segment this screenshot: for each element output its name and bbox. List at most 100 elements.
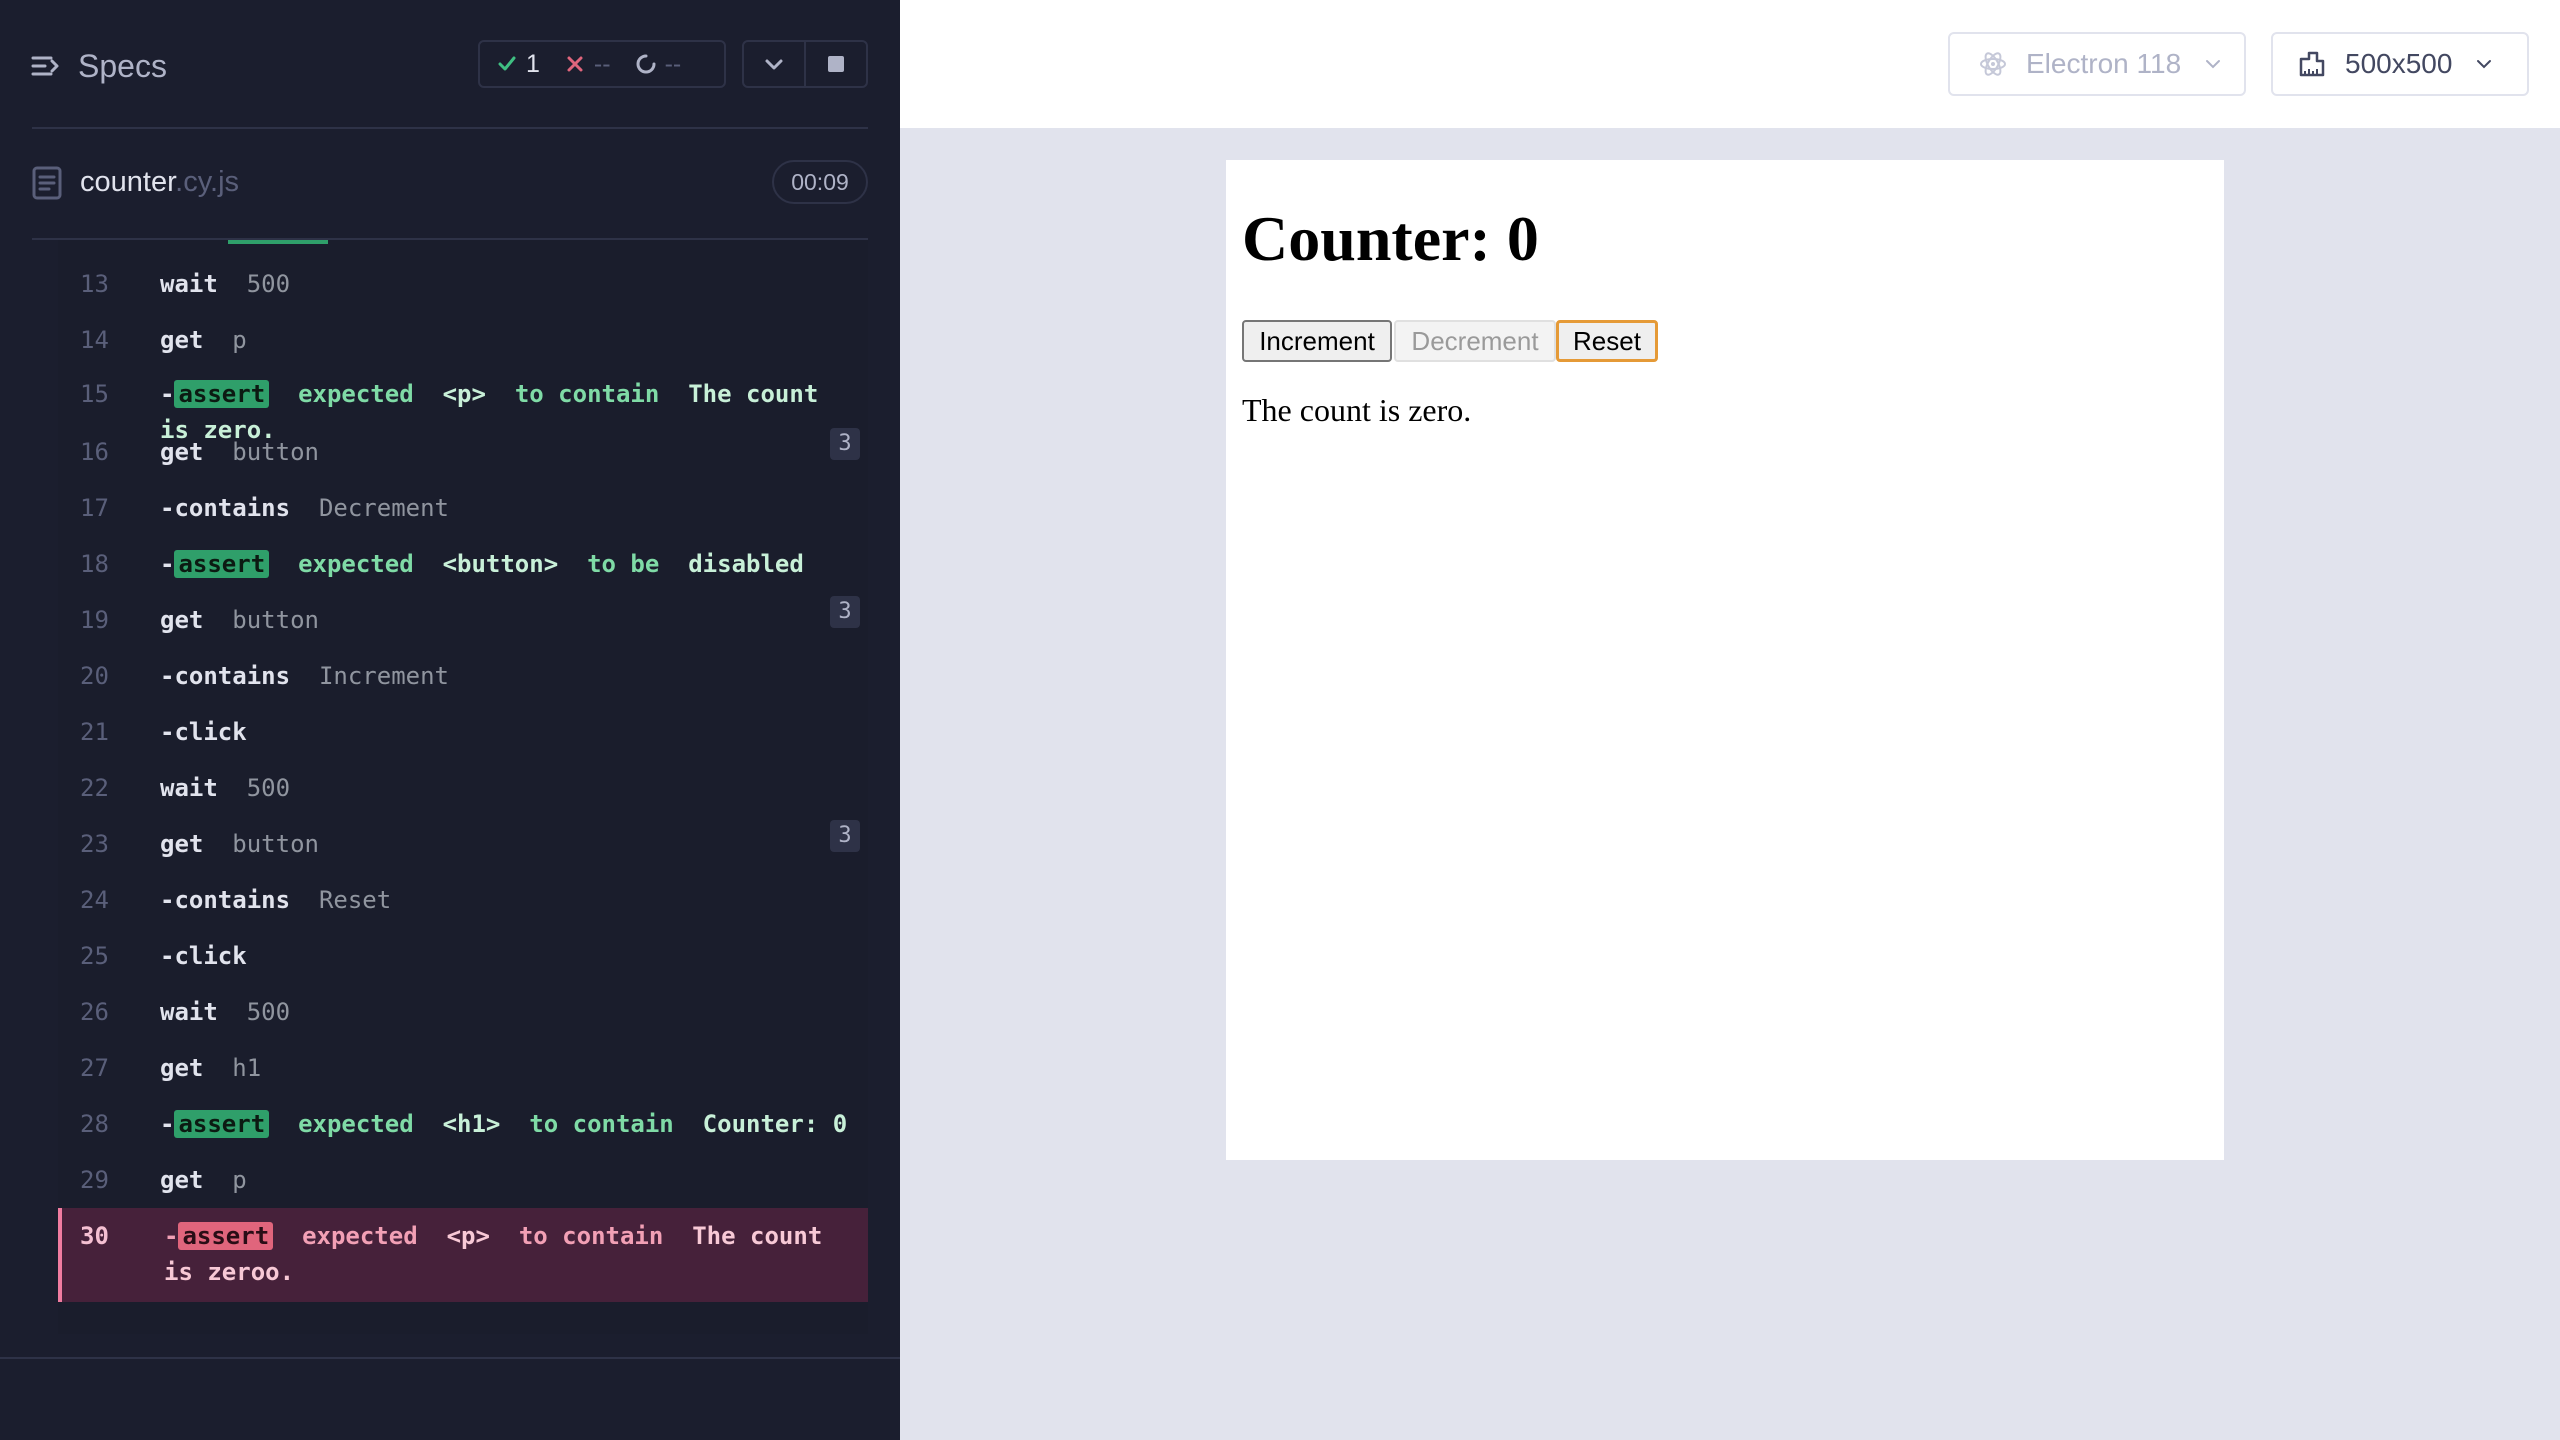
command-line-number: 30 — [80, 1222, 109, 1250]
command-row[interactable]: 20 -contains Increment — [58, 648, 868, 704]
specs-label: Specs — [78, 47, 167, 84]
command-name: contains — [174, 886, 291, 914]
viewport-selector[interactable]: 500x500 — [2271, 32, 2529, 96]
assert-subject: <button> — [442, 550, 559, 578]
reporter-panel: Specs 1 -- -- counter.cy.js 00:09 13 wai… — [0, 0, 900, 1440]
command-name: contains — [174, 662, 291, 690]
command-row[interactable]: 17 -contains Decrement — [58, 480, 868, 536]
count-message: The count is zero. — [1242, 392, 1472, 428]
viewport-label: 500x500 — [2345, 48, 2453, 79]
duration-badge: 00:09 — [772, 160, 868, 204]
browser-selector[interactable]: Electron 118 — [1948, 32, 2246, 96]
command-body: - assert expected <h1> to contain Counter… — [160, 1106, 850, 1142]
command-row[interactable]: 13 wait 500 — [58, 256, 868, 312]
command-arg: button — [232, 830, 319, 858]
decrement-button: Decrement — [1394, 320, 1556, 362]
assert-subject: <h1> — [442, 1110, 501, 1138]
command-body: get button — [160, 826, 850, 862]
spec-row[interactable]: counter.cy.js 00:09 — [0, 146, 900, 222]
command-line-number: 23 — [80, 830, 109, 858]
command-name: click — [174, 942, 247, 970]
command-log[interactable]: 13 wait 500 14 get p 15 - assert expected <p> … — [58, 240, 868, 1334]
command-arg: 500 — [246, 998, 291, 1026]
command-line-number: 21 — [80, 718, 109, 746]
specs-button[interactable]: Specs — [30, 44, 167, 88]
assert-value: Counter: 0 — [702, 1110, 848, 1138]
command-name: click — [174, 718, 247, 746]
assert-badge: assert — [174, 550, 270, 578]
command-row[interactable]: 14 get p — [58, 312, 868, 368]
command-nest-dash: - — [160, 494, 175, 522]
command-row[interactable]: 26 wait 500 — [58, 984, 868, 1040]
app-under-test: Counter: 0 Increment Decrement Reset The… — [1226, 160, 2224, 1160]
command-name: wait — [160, 998, 218, 1026]
stop-button[interactable] — [804, 42, 866, 86]
command-arg: Increment — [318, 662, 449, 690]
spec-file-name: counter.cy.js — [80, 166, 239, 199]
command-line-number: 29 — [80, 1166, 109, 1194]
ruler-icon — [2299, 51, 2325, 77]
command-line-number: 16 — [80, 438, 109, 466]
increment-button[interactable]: Increment — [1242, 320, 1392, 362]
command-row[interactable]: 21 -click — [58, 704, 868, 760]
command-body: -contains Increment — [160, 658, 850, 694]
command-body: -click — [160, 938, 850, 974]
chevron-down-icon — [2477, 60, 2492, 69]
command-nest-dash: - — [160, 942, 175, 970]
command-line-number: 24 — [80, 886, 109, 914]
assert-subject: <p> — [442, 380, 486, 408]
command-line-number: 19 — [80, 606, 109, 634]
command-line-number: 22 — [80, 774, 109, 802]
command-row[interactable]: 16 get button 3 — [58, 424, 868, 480]
command-line-number: 14 — [80, 326, 109, 354]
command-body: get button — [160, 434, 850, 470]
command-body: -contains Decrement — [160, 490, 850, 526]
command-nest-dash: - — [160, 662, 175, 690]
assert-expected: expected — [298, 1110, 414, 1138]
assert-value: disabled — [688, 550, 804, 578]
assert-expected: expected — [298, 380, 414, 408]
command-row[interactable]: 22 wait 500 — [58, 760, 868, 816]
command-row[interactable]: 28 - assert expected <h1> to contain Count… — [58, 1096, 868, 1152]
command-name: wait — [160, 270, 218, 298]
command-nest-dash: - — [160, 718, 175, 746]
command-arg: p — [232, 1166, 247, 1194]
command-row[interactable]: 24 -contains Reset — [58, 872, 868, 928]
command-name: get — [160, 606, 204, 634]
assert-verb: to be — [587, 550, 660, 578]
stat-pending: -- — [635, 50, 681, 79]
command-arg: button — [232, 438, 319, 466]
reset-button[interactable]: Reset — [1556, 320, 1658, 362]
command-line-number: 27 — [80, 1054, 109, 1082]
previous-assert-badge-partial — [228, 240, 328, 244]
command-body: get button — [160, 602, 850, 638]
command-arg: 500 — [246, 774, 291, 802]
command-row[interactable]: 27 get h1 — [58, 1040, 868, 1096]
browser-label: Electron 118 — [2026, 48, 2182, 79]
pending-spinner-icon — [636, 54, 656, 74]
command-row[interactable]: 29 get p — [58, 1152, 868, 1208]
command-line-number: 20 — [80, 662, 109, 690]
command-row-failed[interactable]: 30 - assert expected <p> to contain The co… — [58, 1208, 868, 1302]
command-row[interactable]: 19 get button 3 — [58, 592, 868, 648]
command-row[interactable]: 18 - assert expected <button> to be disabl… — [58, 536, 868, 592]
preview-toolbar: Electron 118 500x500 — [900, 0, 2560, 128]
command-body: get h1 — [160, 1050, 850, 1086]
command-name: get — [160, 830, 204, 858]
command-name: get — [160, 1166, 204, 1194]
stat-failed: -- — [564, 50, 611, 79]
command-row[interactable]: 15- assert expected <p> to contain The co… — [58, 366, 868, 444]
command-name: get — [160, 1054, 204, 1082]
chevron-down-icon — [765, 59, 783, 70]
cross-icon — [567, 56, 583, 72]
assert-verb: to contain — [518, 1222, 664, 1250]
assert-verb: to contain — [514, 380, 660, 408]
expand-collapse-button[interactable] — [744, 42, 804, 86]
command-body: - assert expected <button> to be disabled — [160, 546, 850, 582]
document-icon — [32, 166, 62, 200]
command-body: -contains Reset — [160, 882, 850, 918]
command-row[interactable]: 25 -click — [58, 928, 868, 984]
command-arg: h1 — [232, 1054, 262, 1082]
command-row[interactable]: 23 get button 3 — [58, 816, 868, 872]
run-controls — [742, 40, 868, 88]
